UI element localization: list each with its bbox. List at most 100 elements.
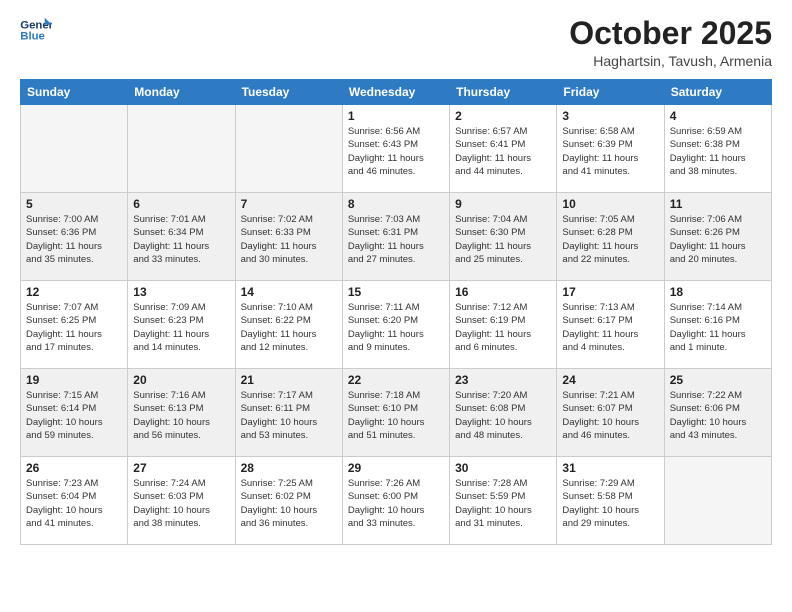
day-cell <box>664 457 771 545</box>
day-info: Sunrise: 6:56 AM Sunset: 6:43 PM Dayligh… <box>348 125 444 178</box>
calendar-week-2: 5 Sunrise: 7:00 AM Sunset: 6:36 PM Daylig… <box>21 193 772 281</box>
day-number: 25 <box>670 373 766 387</box>
day-cell: 25 Sunrise: 7:22 AM Sunset: 6:06 PM Dayli… <box>664 369 771 457</box>
header-wednesday: Wednesday <box>342 80 449 105</box>
day-number: 4 <box>670 109 766 123</box>
day-cell: 8Sunrise: 7:03 AM Sunset: 6:31 PM Daylig… <box>342 193 449 281</box>
day-info: Sunrise: 7:22 AM Sunset: 6:06 PM Dayligh… <box>670 389 766 442</box>
day-info: Sunrise: 7:25 AM Sunset: 6:02 PM Dayligh… <box>241 477 337 530</box>
day-number: 17 <box>562 285 658 299</box>
day-number: 21 <box>241 373 337 387</box>
day-cell: 28 Sunrise: 7:25 AM Sunset: 6:02 PM Dayli… <box>235 457 342 545</box>
location: Haghartsin, Tavush, Armenia <box>569 53 772 69</box>
title-section: October 2025 Haghartsin, Tavush, Armenia <box>569 16 772 69</box>
day-number: 26 <box>26 461 122 475</box>
day-number: 20 <box>133 373 229 387</box>
day-cell: 15Sunrise: 7:11 AM Sunset: 6:20 PM Dayli… <box>342 281 449 369</box>
day-number: 1 <box>348 109 444 123</box>
day-info: Sunrise: 7:16 AM Sunset: 6:13 PM Dayligh… <box>133 389 229 442</box>
day-info: Sunrise: 7:17 AM Sunset: 6:11 PM Dayligh… <box>241 389 337 442</box>
day-number: 31 <box>562 461 658 475</box>
day-number: 29 <box>348 461 444 475</box>
day-info: Sunrise: 7:20 AM Sunset: 6:08 PM Dayligh… <box>455 389 551 442</box>
day-number: 11 <box>670 197 766 211</box>
day-cell: 12 Sunrise: 7:07 AM Sunset: 6:25 PM Dayli… <box>21 281 128 369</box>
day-info: Sunrise: 6:57 AM Sunset: 6:41 PM Dayligh… <box>455 125 551 178</box>
day-number: 6 <box>133 197 229 211</box>
day-cell: 7 Sunrise: 7:02 AM Sunset: 6:33 PM Daylig… <box>235 193 342 281</box>
day-number: 5 <box>26 197 122 211</box>
day-number: 27 <box>133 461 229 475</box>
header-friday: Friday <box>557 80 664 105</box>
header-monday: Monday <box>128 80 235 105</box>
day-cell: 4 Sunrise: 6:59 AM Sunset: 6:38 PM Daylig… <box>664 105 771 193</box>
day-number: 3 <box>562 109 658 123</box>
day-info: Sunrise: 7:04 AM Sunset: 6:30 PM Dayligh… <box>455 213 551 266</box>
day-cell <box>235 105 342 193</box>
day-cell: 29Sunrise: 7:26 AM Sunset: 6:00 PM Dayli… <box>342 457 449 545</box>
day-number: 28 <box>241 461 337 475</box>
day-cell: 9Sunrise: 7:04 AM Sunset: 6:30 PM Daylig… <box>450 193 557 281</box>
day-info: Sunrise: 7:12 AM Sunset: 6:19 PM Dayligh… <box>455 301 551 354</box>
logo: General Blue General Blue <box>20 16 52 44</box>
day-cell: 10 Sunrise: 7:05 AM Sunset: 6:28 PM Dayli… <box>557 193 664 281</box>
day-cell: 5 Sunrise: 7:00 AM Sunset: 6:36 PM Daylig… <box>21 193 128 281</box>
calendar-week-4: 19 Sunrise: 7:15 AM Sunset: 6:14 PM Dayli… <box>21 369 772 457</box>
logo-icon: General Blue <box>20 16 52 44</box>
day-number: 13 <box>133 285 229 299</box>
day-number: 14 <box>241 285 337 299</box>
day-cell: 27 Sunrise: 7:24 AM Sunset: 6:03 PM Dayli… <box>128 457 235 545</box>
day-info: Sunrise: 7:15 AM Sunset: 6:14 PM Dayligh… <box>26 389 122 442</box>
day-info: Sunrise: 7:18 AM Sunset: 6:10 PM Dayligh… <box>348 389 444 442</box>
day-info: Sunrise: 7:24 AM Sunset: 6:03 PM Dayligh… <box>133 477 229 530</box>
day-cell: 16 Sunrise: 7:12 AM Sunset: 6:19 PM Dayli… <box>450 281 557 369</box>
day-number: 7 <box>241 197 337 211</box>
day-cell: 30 Sunrise: 7:28 AM Sunset: 5:59 PM Dayli… <box>450 457 557 545</box>
day-info: Sunrise: 7:21 AM Sunset: 6:07 PM Dayligh… <box>562 389 658 442</box>
day-info: Sunrise: 7:05 AM Sunset: 6:28 PM Dayligh… <box>562 213 658 266</box>
day-cell: 6 Sunrise: 7:01 AM Sunset: 6:34 PM Daylig… <box>128 193 235 281</box>
day-number: 30 <box>455 461 551 475</box>
day-number: 24 <box>562 373 658 387</box>
day-number: 10 <box>562 197 658 211</box>
day-info: Sunrise: 7:11 AM Sunset: 6:20 PM Dayligh… <box>348 301 444 354</box>
day-cell: 26Sunrise: 7:23 AM Sunset: 6:04 PM Dayli… <box>21 457 128 545</box>
day-number: 12 <box>26 285 122 299</box>
month-title: October 2025 <box>569 16 772 51</box>
day-cell: 13Sunrise: 7:09 AM Sunset: 6:23 PM Dayli… <box>128 281 235 369</box>
day-cell: 22Sunrise: 7:18 AM Sunset: 6:10 PM Dayli… <box>342 369 449 457</box>
day-info: Sunrise: 7:07 AM Sunset: 6:25 PM Dayligh… <box>26 301 122 354</box>
header-tuesday: Tuesday <box>235 80 342 105</box>
day-cell: 19 Sunrise: 7:15 AM Sunset: 6:14 PM Dayli… <box>21 369 128 457</box>
day-number: 16 <box>455 285 551 299</box>
day-number: 18 <box>670 285 766 299</box>
day-cell: 20 Sunrise: 7:16 AM Sunset: 6:13 PM Dayli… <box>128 369 235 457</box>
day-cell: 14 Sunrise: 7:10 AM Sunset: 6:22 PM Dayli… <box>235 281 342 369</box>
day-info: Sunrise: 6:58 AM Sunset: 6:39 PM Dayligh… <box>562 125 658 178</box>
day-info: Sunrise: 6:59 AM Sunset: 6:38 PM Dayligh… <box>670 125 766 178</box>
day-cell: 18 Sunrise: 7:14 AM Sunset: 6:16 PM Dayli… <box>664 281 771 369</box>
header: General Blue General Blue October 2025 H… <box>20 16 772 69</box>
day-info: Sunrise: 7:29 AM Sunset: 5:58 PM Dayligh… <box>562 477 658 530</box>
day-cell: 2 Sunrise: 6:57 AM Sunset: 6:41 PM Daylig… <box>450 105 557 193</box>
day-info: Sunrise: 7:06 AM Sunset: 6:26 PM Dayligh… <box>670 213 766 266</box>
day-cell: 31 Sunrise: 7:29 AM Sunset: 5:58 PM Dayli… <box>557 457 664 545</box>
day-cell: 24 Sunrise: 7:21 AM Sunset: 6:07 PM Dayli… <box>557 369 664 457</box>
day-info: Sunrise: 7:00 AM Sunset: 6:36 PM Dayligh… <box>26 213 122 266</box>
day-info: Sunrise: 7:13 AM Sunset: 6:17 PM Dayligh… <box>562 301 658 354</box>
page: General Blue General Blue October 2025 H… <box>0 0 792 612</box>
calendar-week-3: 12 Sunrise: 7:07 AM Sunset: 6:25 PM Dayli… <box>21 281 772 369</box>
day-info: Sunrise: 7:28 AM Sunset: 5:59 PM Dayligh… <box>455 477 551 530</box>
day-info: Sunrise: 7:10 AM Sunset: 6:22 PM Dayligh… <box>241 301 337 354</box>
day-cell <box>128 105 235 193</box>
day-number: 19 <box>26 373 122 387</box>
day-cell: 23Sunrise: 7:20 AM Sunset: 6:08 PM Dayli… <box>450 369 557 457</box>
day-number: 2 <box>455 109 551 123</box>
day-info: Sunrise: 7:02 AM Sunset: 6:33 PM Dayligh… <box>241 213 337 266</box>
day-info: Sunrise: 7:14 AM Sunset: 6:16 PM Dayligh… <box>670 301 766 354</box>
header-sunday: Sunday <box>21 80 128 105</box>
day-number: 8 <box>348 197 444 211</box>
calendar-week-1: 1 Sunrise: 6:56 AM Sunset: 6:43 PM Daylig… <box>21 105 772 193</box>
svg-text:Blue: Blue <box>20 31 45 43</box>
day-info: Sunrise: 7:01 AM Sunset: 6:34 PM Dayligh… <box>133 213 229 266</box>
